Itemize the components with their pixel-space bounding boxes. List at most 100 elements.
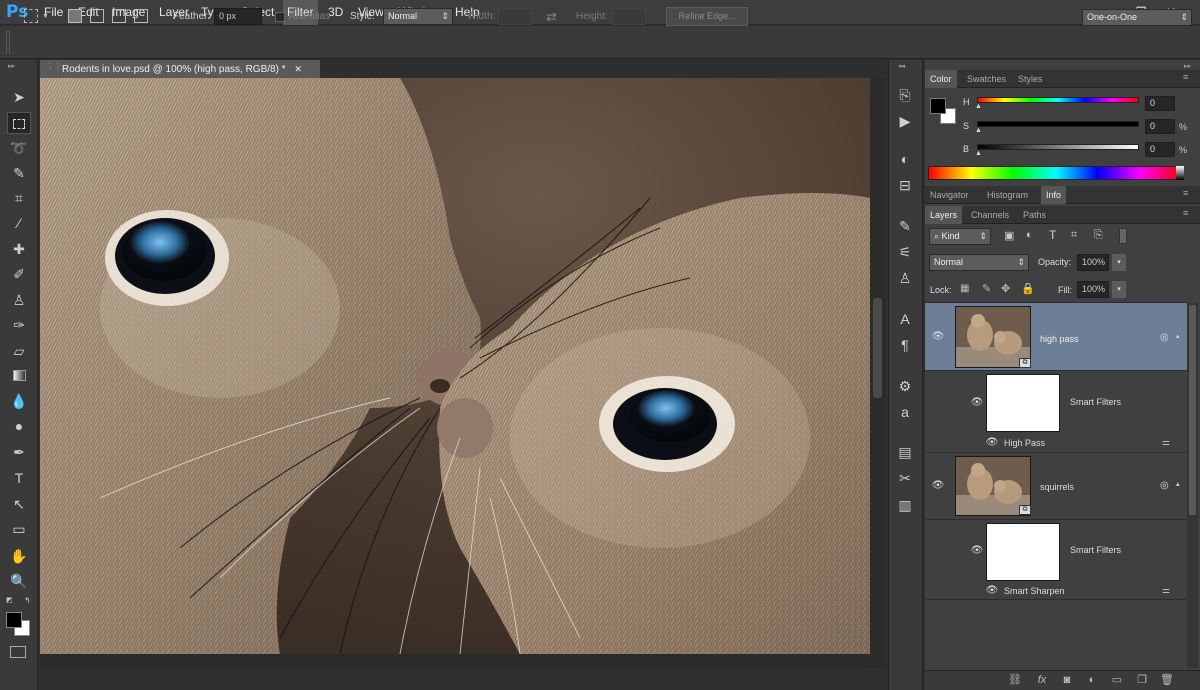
lock-transparent-icon[interactable]: ▦ — [960, 283, 969, 294]
color-ramp[interactable] — [928, 166, 1183, 180]
quick-selection-tool-icon[interactable]: ✎ — [7, 162, 31, 184]
panel-collapse-icon[interactable]: ▸▸ — [1184, 62, 1191, 70]
workspace-dropdown[interactable]: One-on-One — [1082, 9, 1192, 26]
chevron-down-icon[interactable]: ▼ — [42, 13, 49, 20]
layer-comps-icon[interactable]: ▤ — [892, 441, 918, 463]
filter-adjustment-icon[interactable]: ◐ — [1026, 229, 1033, 241]
tab-histogram[interactable]: Histogram — [982, 186, 1033, 204]
fx-icon[interactable]: fx — [1033, 672, 1051, 688]
gradient-tool-icon[interactable] — [7, 365, 31, 387]
swap-colors-icon[interactable]: ↰ — [24, 596, 31, 605]
tab-info[interactable]: Info — [1041, 186, 1067, 204]
filter-eye-icon[interactable]: 👁 — [985, 438, 999, 448]
marquee-preset-icon[interactable] — [24, 9, 38, 23]
new-group-icon[interactable]: ▭ — [1108, 672, 1126, 688]
quick-mask-icon[interactable] — [10, 646, 26, 658]
saturation-slider-thumb[interactable]: ▲ — [975, 127, 982, 134]
smart-filters-eye-icon[interactable]: 👁 — [970, 546, 984, 556]
smart-filter-mask-thumbnail[interactable] — [986, 523, 1060, 581]
filter-shape-icon[interactable]: ⌗ — [1071, 229, 1077, 242]
tab-paths[interactable]: Paths — [1018, 206, 1051, 224]
brightness-slider-thumb[interactable]: ▲ — [975, 150, 982, 157]
clone-stamp-tool-icon[interactable]: ♙ — [7, 289, 31, 311]
tab-swatches[interactable]: Swatches — [962, 70, 1011, 88]
panel-menu-icon[interactable]: ≡ — [1183, 72, 1188, 82]
delete-layer-icon[interactable]: 🗑 — [1158, 672, 1176, 688]
layers-scroll-thumb[interactable] — [1189, 305, 1196, 515]
tab-color[interactable]: Color — [925, 70, 957, 88]
smart-filter-mask-thumbnail[interactable] — [986, 374, 1060, 432]
move-tool-icon[interactable]: ➤ — [7, 86, 31, 108]
swap-icon[interactable]: ⇄ — [546, 9, 557, 25]
eye-icon[interactable]: 👁 — [931, 332, 945, 342]
add-selection-icon[interactable] — [90, 9, 104, 23]
layer-name-high-pass[interactable]: high pass — [1040, 334, 1079, 344]
saturation-slider[interactable] — [977, 121, 1139, 127]
actions-panel-icon[interactable]: ▶ — [892, 110, 918, 132]
new-layer-icon[interactable]: ❐ — [1133, 672, 1151, 688]
smart-filters-eye-icon[interactable]: 👁 — [970, 398, 984, 408]
layer-kind-filter[interactable]: ⌕ Kind — [929, 228, 991, 245]
healing-brush-tool-icon[interactable]: ✚ — [7, 238, 31, 260]
dodge-tool-icon[interactable]: ● — [7, 415, 31, 437]
properties-panel-icon[interactable]: ⊟ — [892, 174, 918, 196]
tools-extras-icon[interactable]: ✂ — [892, 467, 918, 489]
history-brush-tool-icon[interactable]: ✑ — [7, 314, 31, 336]
lock-all-icon[interactable]: 🔒 — [1021, 282, 1035, 295]
brightness-value[interactable]: 0 — [1145, 142, 1175, 157]
brightness-slider[interactable] — [977, 144, 1139, 150]
opacity-field[interactable]: 100% — [1077, 254, 1109, 271]
path-selection-tool-icon[interactable]: ↖ — [7, 493, 31, 515]
link-layers-icon[interactable]: ⛓ — [1006, 672, 1024, 688]
tab-styles[interactable]: Styles — [1013, 70, 1048, 88]
subtract-selection-icon[interactable] — [112, 9, 126, 23]
blending-options-icon[interactable]: ⚌ — [1162, 585, 1170, 596]
lasso-tool-icon[interactable]: ➰ — [7, 137, 31, 159]
filter-type-icon[interactable]: T — [1049, 228, 1056, 242]
layer-name-squirrels[interactable]: squirrels — [1040, 482, 1074, 492]
filter-pixel-icon[interactable]: ▣ — [1004, 229, 1014, 242]
history-panel-icon[interactable]: ⎘ — [892, 84, 918, 106]
notes-panel-icon[interactable]: ▥ — [892, 494, 918, 516]
close-tab-icon[interactable]: ✕ — [294, 64, 302, 74]
pen-tool-icon[interactable]: ✒ — [7, 441, 31, 463]
height-field[interactable] — [612, 8, 646, 25]
expand-collapse-icon[interactable]: ▴ — [1176, 332, 1180, 340]
filter-toggle[interactable] — [1119, 228, 1127, 244]
antialias-checkbox[interactable] — [275, 12, 285, 22]
crop-tool-icon[interactable]: ⌗ — [7, 187, 31, 209]
width-field[interactable] — [498, 8, 532, 25]
eraser-tool-icon[interactable]: ▱ — [7, 340, 31, 362]
expand-collapse-icon[interactable]: ▴ — [1176, 480, 1180, 488]
clone-source-icon[interactable]: ♙ — [892, 267, 918, 289]
zoom-tool-icon[interactable]: 🔍 — [7, 570, 31, 592]
refine-edge-button[interactable]: Refine Edge... — [666, 7, 748, 26]
hue-slider-thumb[interactable]: ▲ — [975, 103, 982, 110]
filter-name-high-pass[interactable]: High Pass — [1004, 438, 1045, 448]
hue-slider[interactable] — [977, 97, 1139, 103]
feather-field[interactable]: 0 px — [214, 8, 262, 25]
image-canvas[interactable] — [40, 78, 870, 654]
document-tab[interactable]: Rodents in love.psd @ 100% (high pass, R… — [40, 60, 320, 78]
new-adjustment-icon[interactable]: ◐ — [1083, 672, 1101, 688]
adjustments-panel-icon[interactable]: ◐ — [892, 148, 918, 170]
default-colors-icon[interactable]: ◩ — [6, 596, 13, 604]
blur-tool-icon[interactable]: 💧 — [7, 390, 31, 412]
opacity-chevron-icon[interactable]: ▾ — [1112, 254, 1126, 271]
canvas-scroll-thumb[interactable] — [873, 298, 882, 398]
tool-presets-icon[interactable]: ⚙ — [892, 375, 918, 397]
eyedropper-tool-icon[interactable]: ⁄ — [7, 212, 31, 234]
type-tool-icon[interactable]: T — [7, 467, 31, 489]
blending-options-icon[interactable]: ⚌ — [1162, 437, 1170, 448]
intersect-selection-icon[interactable] — [134, 9, 148, 23]
color-ramp-bw[interactable] — [1176, 166, 1184, 180]
filter-eye-icon[interactable]: 👁 — [985, 586, 999, 596]
tab-channels[interactable]: Channels — [966, 206, 1014, 224]
style-dropdown[interactable]: Normal — [383, 8, 453, 25]
character-styles-icon[interactable]: a — [892, 401, 918, 423]
character-panel-icon[interactable]: A — [892, 308, 918, 330]
hue-value[interactable]: 0 — [1145, 96, 1175, 111]
eye-icon[interactable]: 👁 — [931, 481, 945, 491]
filter-smart-object-icon[interactable]: ⎘ — [1094, 229, 1103, 242]
collapse-icon[interactable]: ▸▸ — [8, 62, 15, 70]
